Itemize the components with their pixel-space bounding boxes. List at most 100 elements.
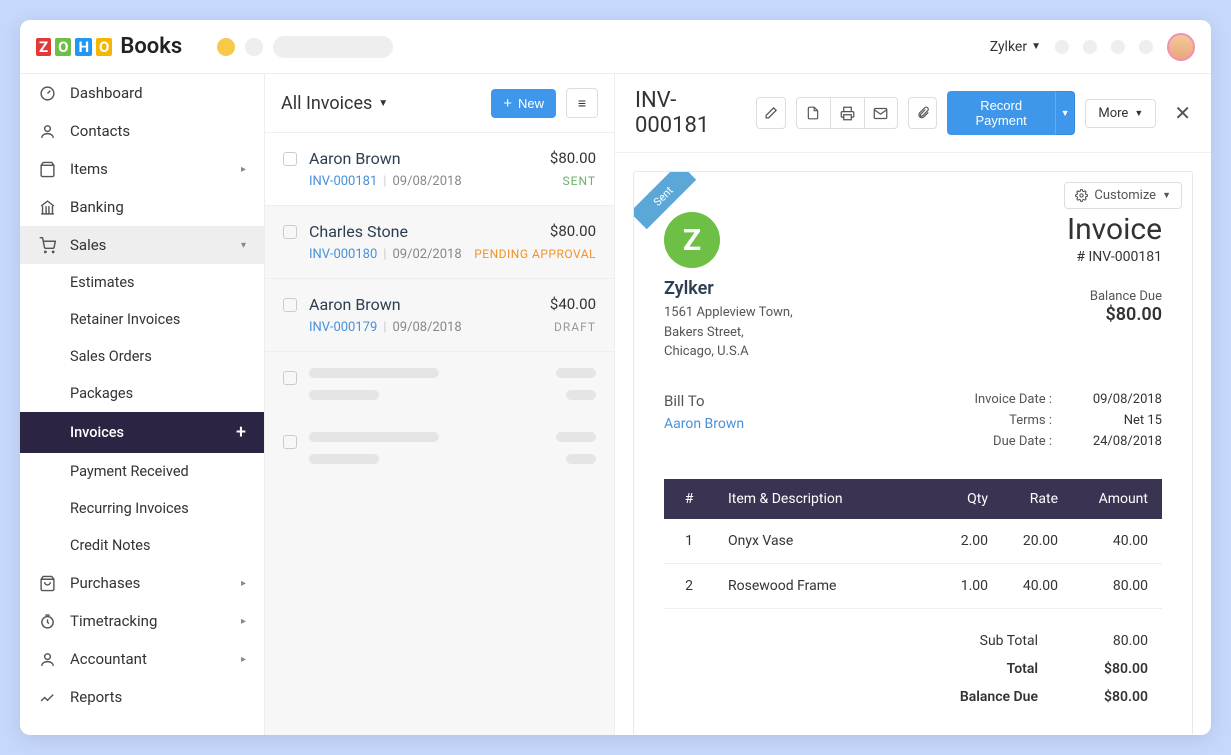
- invoice-list-panel: All Invoices ▼ + New ≡ Aaron Brown $80.0…: [265, 74, 615, 735]
- meta-value: 24/08/2018: [1082, 434, 1162, 449]
- invoice-customer: Aaron Brown: [309, 295, 401, 314]
- dashboard-icon: [38, 84, 56, 102]
- invoice-status: DRAFT: [554, 320, 596, 335]
- sidebar-item-purchases[interactable]: Purchases ▸: [20, 564, 264, 602]
- col-rate: Rate: [1002, 479, 1072, 519]
- chevron-right-icon: ▸: [241, 616, 246, 627]
- accountant-icon: [38, 650, 56, 668]
- sidebar-item-timetracking[interactable]: Timetracking ▸: [20, 602, 264, 640]
- row-checkbox[interactable]: [283, 152, 297, 166]
- meta-key: Terms :: [962, 413, 1052, 428]
- invoice-row[interactable]: Charles Stone $80.00 INV-000180|09/02/20…: [265, 206, 614, 279]
- sidebar-sub-payment-received[interactable]: Payment Received: [20, 453, 264, 490]
- record-payment-button[interactable]: Record Payment: [947, 91, 1054, 135]
- timetracking-icon: [38, 612, 56, 630]
- new-invoice-button[interactable]: + New: [491, 89, 556, 118]
- meta-value: Net 15: [1082, 413, 1162, 428]
- caret-down-icon: ▼: [1162, 190, 1171, 201]
- invoice-date: 09/02/2018: [392, 247, 461, 262]
- row-checkbox[interactable]: [283, 225, 297, 239]
- invoice-status: PENDING APPROVAL: [474, 247, 596, 262]
- sidebar-item-dashboard[interactable]: Dashboard: [20, 74, 264, 112]
- col-qty: Qty: [942, 479, 1002, 519]
- gear-icon: [1075, 189, 1088, 202]
- invoice-status: SENT: [563, 174, 597, 189]
- list-menu-button[interactable]: ≡: [566, 88, 598, 118]
- plus-icon[interactable]: +: [236, 422, 246, 443]
- sales-icon: [38, 236, 56, 254]
- sidebar-label: Purchases: [70, 574, 140, 592]
- sidebar-sub-sales-orders[interactable]: Sales Orders: [20, 338, 264, 375]
- cell: Onyx Vase: [714, 519, 942, 564]
- sidebar-item-accountant[interactable]: Accountant ▸: [20, 640, 264, 678]
- col-desc: Item & Description: [714, 479, 942, 519]
- invoice-id: INV-000180: [309, 247, 377, 262]
- sidebar-sub-estimates[interactable]: Estimates: [20, 264, 264, 301]
- invoice-amount: $40.00: [550, 295, 596, 314]
- app-logo[interactable]: ZOHO Books: [36, 34, 182, 59]
- list-filter-dropdown[interactable]: All Invoices ▼: [281, 93, 388, 114]
- caret-down-icon: ▼: [1134, 108, 1143, 119]
- cell: 2.00: [942, 519, 1002, 564]
- sidebar-item-items[interactable]: Items ▸: [20, 150, 264, 188]
- sidebar-label: Sales: [70, 236, 106, 254]
- purchases-icon: [38, 574, 56, 592]
- chevron-right-icon: ▸: [241, 578, 246, 589]
- customize-button[interactable]: Customize ▼: [1064, 182, 1182, 209]
- meta-key: Invoice Date :: [962, 392, 1052, 407]
- invoice-id: INV-000179: [309, 320, 377, 335]
- plus-icon: +: [503, 95, 512, 112]
- cell: 40.00: [1072, 519, 1162, 564]
- sidebar-item-banking[interactable]: Banking: [20, 188, 264, 226]
- bill-to-label: Bill To: [664, 392, 744, 410]
- document-number: # INV-000181: [1067, 249, 1162, 265]
- invoice-customer: Aaron Brown: [309, 149, 401, 168]
- attach-button[interactable]: [908, 97, 938, 129]
- sidebar-sub-invoices[interactable]: Invoices +: [20, 412, 264, 453]
- print-button[interactable]: [830, 97, 864, 129]
- close-detail-button[interactable]: ✕: [1174, 101, 1191, 125]
- edit-button[interactable]: [756, 97, 786, 129]
- sidebar-sub-packages[interactable]: Packages: [20, 375, 264, 412]
- user-avatar[interactable]: [1167, 33, 1195, 61]
- skeleton-row: [265, 416, 614, 480]
- sidebar-item-sales[interactable]: Sales ▾: [20, 226, 264, 264]
- record-payment-dropdown[interactable]: ▼: [1055, 91, 1076, 135]
- totals-key: Sub Total: [938, 633, 1038, 649]
- org-switcher[interactable]: Zylker ▼: [990, 39, 1041, 55]
- sidebar-label: Contacts: [70, 122, 130, 140]
- invoice-customer: Charles Stone: [309, 222, 408, 241]
- bill-to-name[interactable]: Aaron Brown: [664, 416, 744, 432]
- totals-key: Total: [938, 661, 1038, 677]
- row-checkbox[interactable]: [283, 298, 297, 312]
- sidebar-item-contacts[interactable]: Contacts: [20, 112, 264, 150]
- line-item-row: 2 Rosewood Frame 1.00 40.00 80.00: [664, 563, 1162, 608]
- org-name: Zylker: [990, 39, 1027, 55]
- balance-due-label: Balance Due: [1067, 289, 1162, 304]
- sidebar-sub-retainer-invoices[interactable]: Retainer Invoices: [20, 301, 264, 338]
- close-icon: ✕: [1174, 101, 1191, 125]
- chevron-down-icon: ▾: [241, 240, 246, 251]
- sidebar: Dashboard Contacts Items ▸ Banking Sales…: [20, 74, 265, 735]
- cell: 40.00: [1002, 563, 1072, 608]
- caret-down-icon: ▼: [1031, 41, 1041, 52]
- status-ribbon: Sent: [634, 172, 696, 229]
- invoice-row[interactable]: Aaron Brown $40.00 INV-000179|09/08/2018…: [265, 279, 614, 352]
- invoice-row[interactable]: Aaron Brown $80.00 INV-000181|09/08/2018…: [265, 133, 614, 206]
- more-button[interactable]: More ▼: [1085, 99, 1156, 128]
- sidebar-item-reports[interactable]: Reports: [20, 678, 264, 716]
- pdf-button[interactable]: [796, 97, 830, 129]
- app-name: Books: [120, 34, 182, 59]
- invoice-amount: $80.00: [550, 222, 596, 241]
- reports-icon: [38, 688, 56, 706]
- company-address-line: Bakers Street,: [664, 323, 793, 343]
- sidebar-sub-recurring-invoices[interactable]: Recurring Invoices: [20, 490, 264, 527]
- contacts-icon: [38, 122, 56, 140]
- tab-dot-active: [217, 38, 235, 56]
- email-button[interactable]: [864, 97, 898, 129]
- sidebar-sub-credit-notes[interactable]: Credit Notes: [20, 527, 264, 564]
- items-icon: [38, 160, 56, 178]
- detail-invoice-number: INV-000181: [635, 88, 736, 138]
- pdf-icon: [806, 106, 820, 120]
- tab-placeholder: [273, 36, 393, 58]
